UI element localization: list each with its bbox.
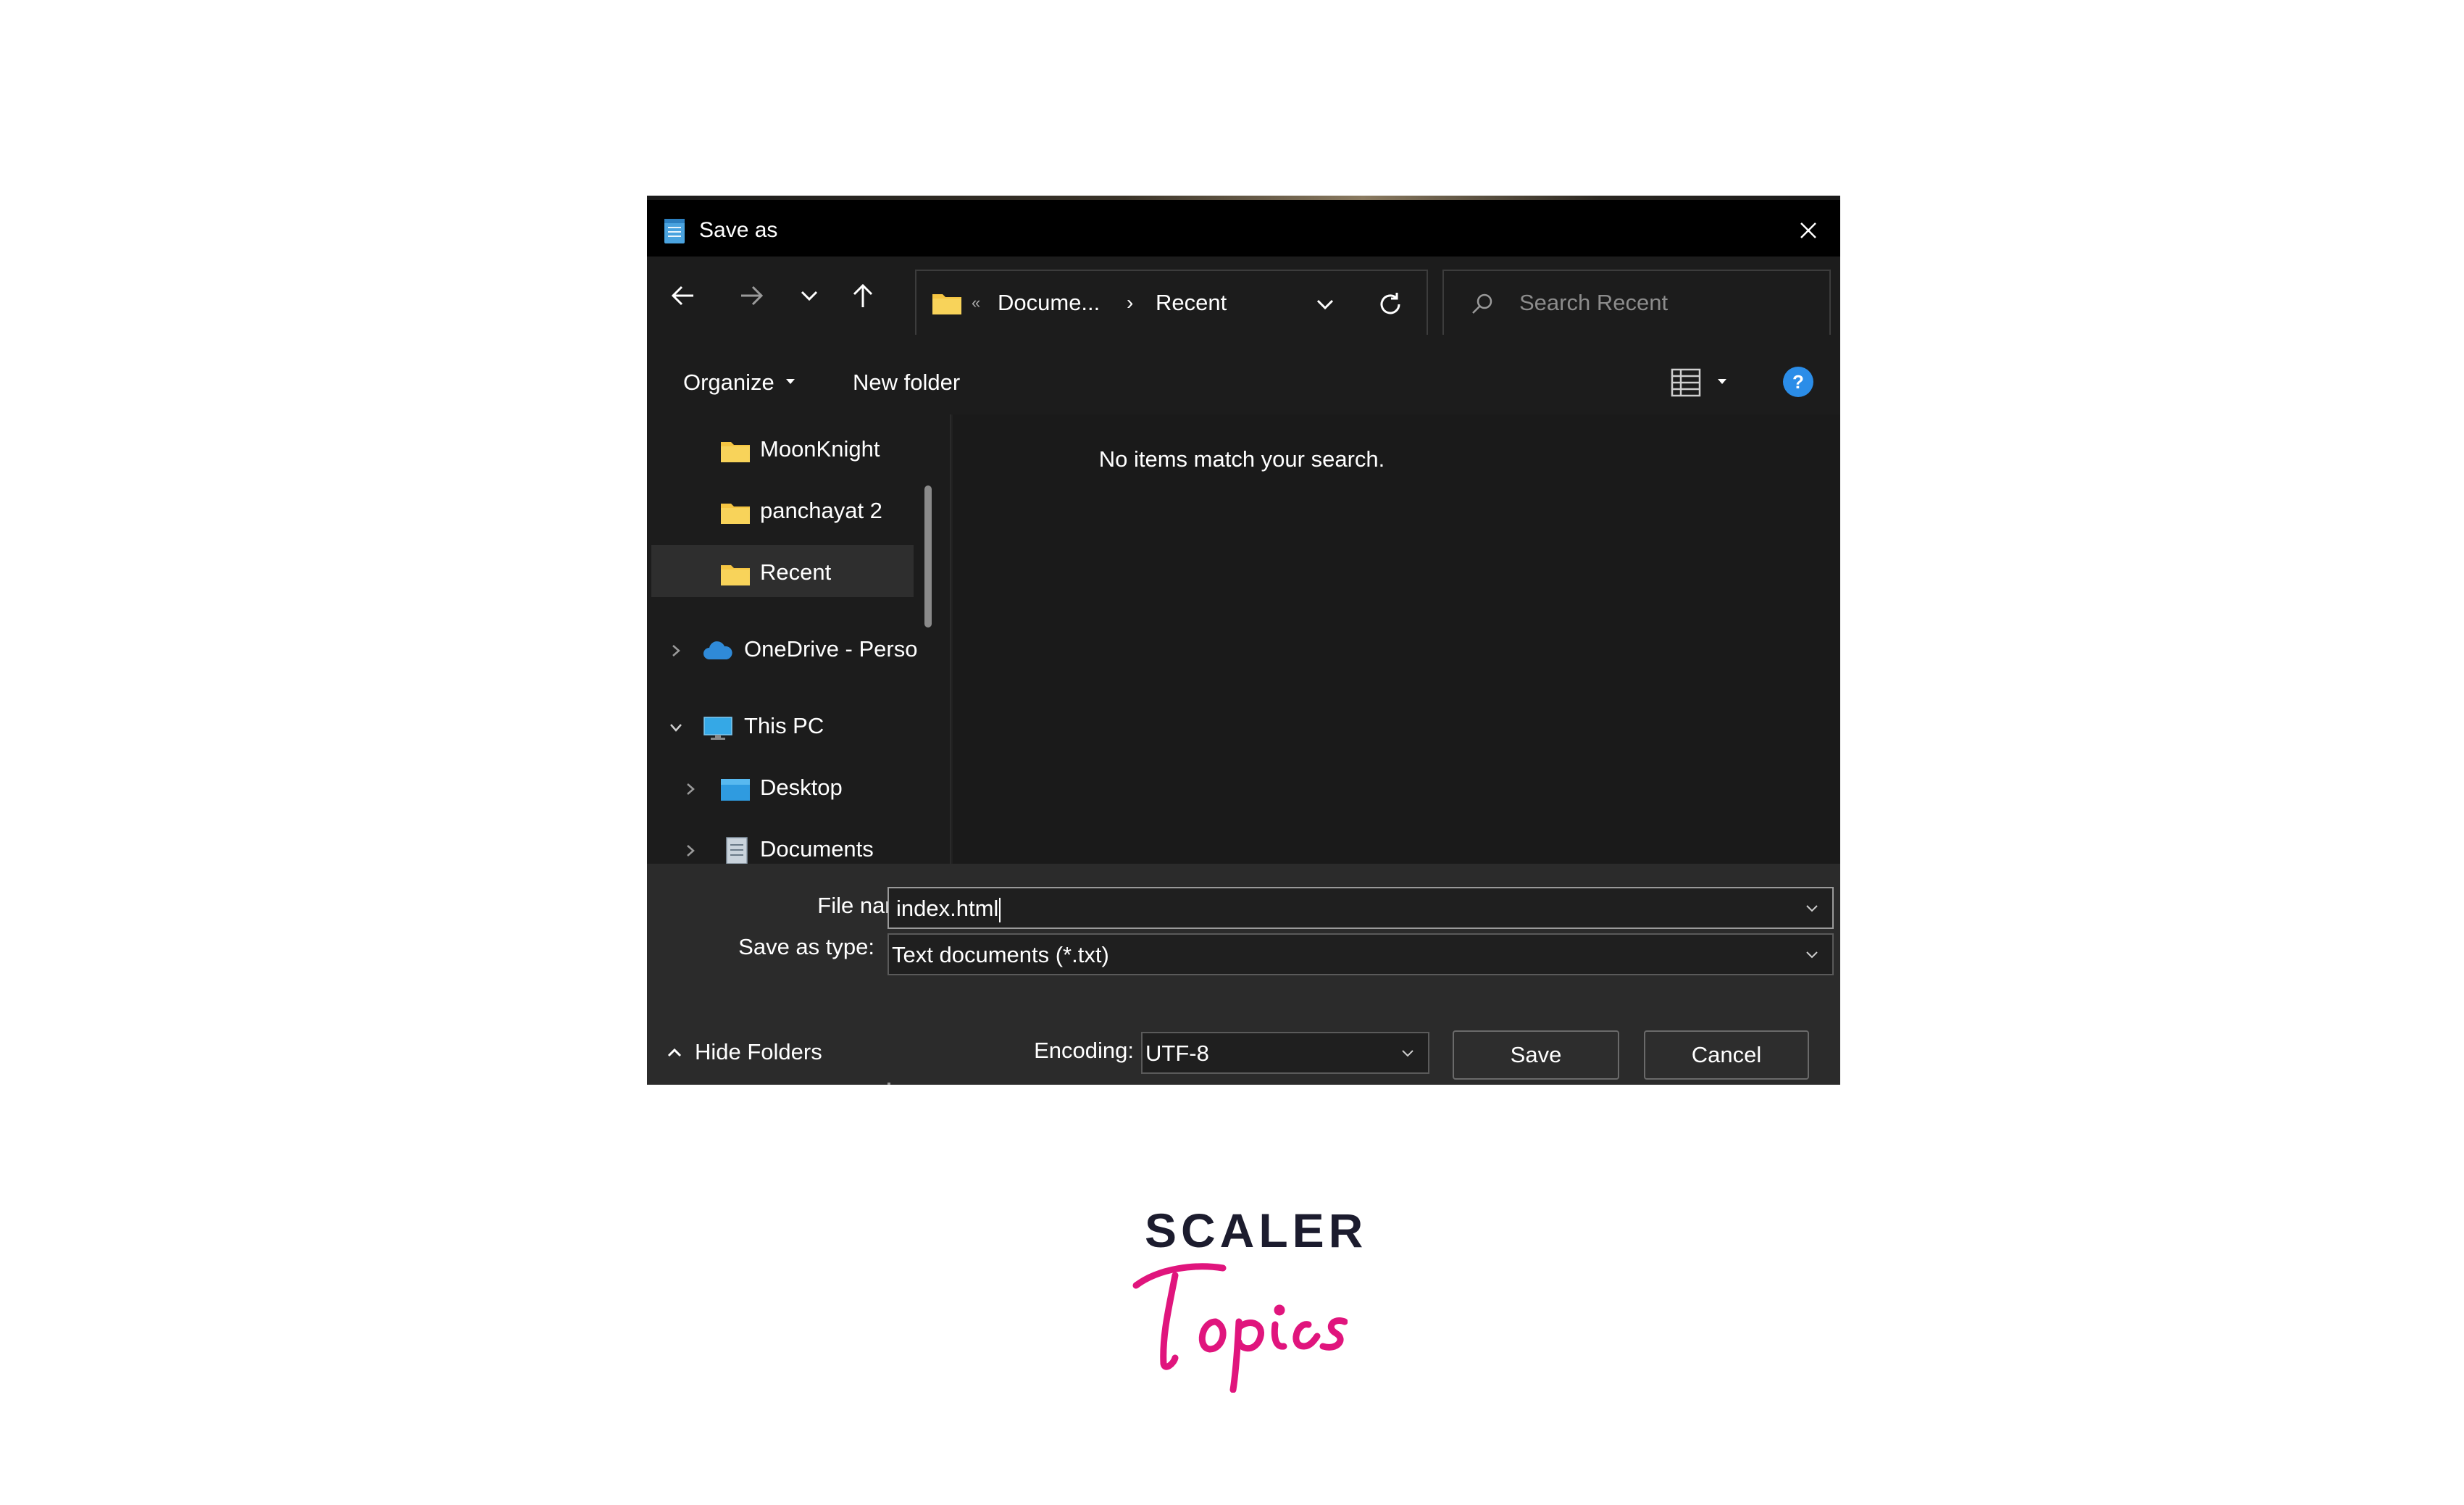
search-icon (1472, 293, 1492, 314)
folder-icon (721, 442, 750, 462)
documents-icon (726, 837, 748, 864)
details-view-icon[interactable] (1670, 367, 1702, 399)
navigation-bar: « Docume... › Recent (647, 257, 1840, 336)
chevron-down-icon[interactable] (1308, 287, 1342, 322)
tree-item-this-pc[interactable]: This PC (647, 699, 937, 751)
refresh-icon[interactable] (1373, 287, 1408, 322)
tree-item-label: This PC (744, 713, 824, 738)
search-input[interactable] (1519, 287, 1809, 319)
save-button-label: Save (1510, 1042, 1562, 1067)
tree-item-label: Desktop (760, 775, 843, 800)
chevron-down-icon[interactable] (789, 275, 830, 316)
tree-item-desktop[interactable]: Desktop (647, 760, 937, 812)
chevron-down-icon[interactable] (1803, 901, 1821, 916)
navigation-pane: MoonKnight panchayat 2 Recent OneDrive -… (647, 414, 951, 864)
address-overflow[interactable]: « (972, 288, 980, 317)
chevron-down-icon[interactable] (666, 717, 686, 738)
encoding-value: UTF-8 (1145, 1041, 1209, 1066)
help-icon[interactable]: ? (1782, 365, 1815, 399)
arrow-up-icon[interactable] (843, 275, 883, 316)
command-bar: Organize New folder ? (647, 335, 1840, 414)
breadcrumb-separator[interactable]: › (1127, 288, 1133, 317)
file-name-value[interactable]: index.html (896, 894, 1001, 923)
tree-item-label: MoonKnight (760, 436, 880, 462)
address-bar[interactable]: « Docume... › Recent (915, 270, 1428, 336)
title-bar: Save as (647, 200, 1840, 257)
search-box[interactable] (1442, 270, 1831, 336)
logo-script (1132, 1263, 1348, 1393)
dialog-title: Save as (699, 218, 778, 242)
tree-item-label: Documents (760, 836, 874, 862)
encoding-select[interactable]: UTF-8 (1141, 1032, 1429, 1074)
tree-item-label: Recent (760, 559, 832, 585)
breadcrumb-documents[interactable]: Docume... (998, 288, 1100, 317)
navigation-pane-scrollbar[interactable] (924, 485, 932, 628)
svg-text:?: ? (1792, 371, 1804, 393)
chevron-right-icon[interactable] (680, 841, 701, 861)
arrow-right-icon[interactable] (731, 275, 772, 316)
save-as-dialog: Save as « Docume... › Recent Search Rece… (647, 196, 1840, 1085)
cancel-button[interactable]: Cancel (1644, 1030, 1809, 1080)
chevron-right-icon[interactable] (666, 641, 686, 661)
file-list-area[interactable]: No items match your search. (953, 414, 1840, 864)
tree-item-panchayat-2[interactable]: panchayat 2 (647, 483, 937, 535)
hide-folders-label: Hide Folders (695, 1039, 822, 1064)
tree-item-label: OneDrive - Perso (744, 636, 918, 662)
chevron-down-icon[interactable] (1803, 948, 1821, 962)
cloud-icon (703, 641, 732, 659)
scaler-topics-logo: SCALER (1130, 1203, 1363, 1393)
tree-item-onedrive[interactable]: OneDrive - Perso (647, 622, 937, 674)
file-name-field[interactable]: index.html (888, 887, 1834, 929)
tree-item-label: panchayat 2 (760, 498, 882, 523)
arrow-left-icon[interactable] (663, 275, 703, 316)
caret-down-icon[interactable] (785, 377, 796, 385)
new-folder-button[interactable]: New folder (853, 368, 960, 397)
close-icon[interactable] (1789, 212, 1827, 249)
tree-item-recent[interactable]: Recent (651, 545, 914, 597)
save-as-type-label: Save as type: (738, 934, 874, 959)
desktop-folder-icon (721, 779, 750, 801)
caret-down-icon[interactable] (1716, 377, 1728, 385)
encoding-label: Encoding: (1034, 1038, 1134, 1063)
folder-icon (721, 565, 750, 585)
cancel-button-label: Cancel (1691, 1042, 1762, 1067)
monitor-icon (703, 717, 732, 740)
breadcrumb-recent[interactable]: Recent (1156, 288, 1227, 317)
folder-icon (932, 294, 961, 314)
empty-message: No items match your search. (1098, 446, 1385, 472)
tree-item-moonknight[interactable]: MoonKnight (647, 422, 937, 474)
organize-button[interactable]: Organize (683, 368, 774, 397)
save-as-type-value: Text documents (*.txt) (892, 942, 1109, 967)
folder-icon (721, 504, 750, 524)
text-cursor (999, 897, 1001, 922)
unused (888, 1083, 890, 1085)
notepad-icon (664, 219, 685, 243)
chevron-up-icon (667, 1048, 682, 1057)
logo-wordmark: SCALER (1145, 1204, 1368, 1257)
chevron-right-icon[interactable] (680, 779, 701, 799)
save-as-type-select[interactable]: Text documents (*.txt) (888, 933, 1834, 975)
chevron-down-icon[interactable] (1399, 1046, 1416, 1061)
save-button[interactable]: Save (1453, 1030, 1619, 1080)
